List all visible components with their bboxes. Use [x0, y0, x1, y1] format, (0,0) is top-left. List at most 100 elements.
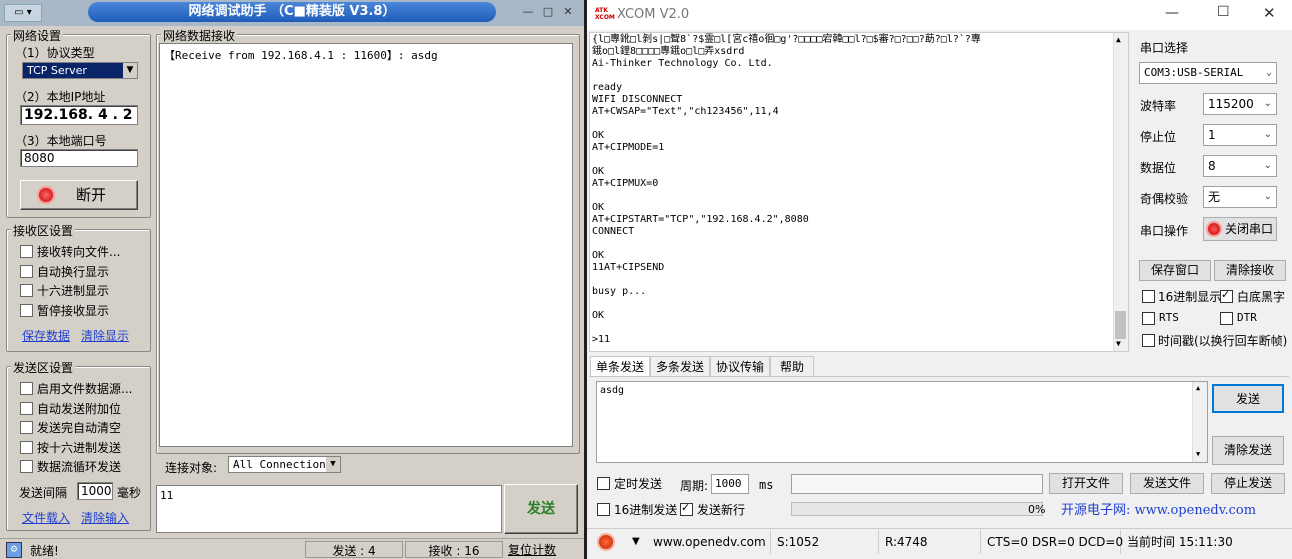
- clear-receive-button[interactable]: 清除接收: [1214, 260, 1286, 281]
- scroll-thumb[interactable]: [1115, 311, 1126, 339]
- stop-bits-select[interactable]: 1 ⌄: [1203, 124, 1277, 146]
- receive-log[interactable]: {l□專鈋□l剝s|□聟8`?$霊□l[宮c禧o徊□g'?□□□□宕韓□□l?□…: [589, 32, 1129, 352]
- clear-display-link[interactable]: 清除显示: [81, 327, 129, 344]
- chevron-down-icon[interactable]: ▼: [123, 63, 137, 78]
- minimize-icon[interactable]: —: [520, 4, 536, 20]
- log-line: AT+CIPSTART="TCP","192.168.4.2",8080: [592, 214, 809, 225]
- open-file-button[interactable]: 打开文件: [1049, 473, 1123, 494]
- maximize-icon[interactable]: ☐: [1217, 4, 1230, 20]
- send-button[interactable]: 发送: [504, 484, 578, 534]
- system-menu-icon[interactable]: ▭ ▾: [4, 4, 42, 22]
- file-source-checkbox[interactable]: [20, 382, 33, 395]
- send-input[interactable]: asdg ▲ ▼: [596, 381, 1208, 463]
- timestamp-label: 时间戳(以换行回车断帧): [1158, 334, 1288, 348]
- baud-select[interactable]: 115200 ⌄: [1203, 93, 1277, 115]
- port-input[interactable]: 8080: [20, 149, 138, 167]
- receive-area[interactable]: 【Receive from 192.168.4.1 : 11600】: asdg: [159, 43, 573, 447]
- clear-input-link[interactable]: 清除输入: [81, 509, 129, 526]
- hex-send-checkbox[interactable]: [20, 441, 33, 454]
- send-file-button[interactable]: 发送文件: [1130, 473, 1204, 494]
- status-url[interactable]: www.openedv.com: [647, 530, 771, 554]
- scroll-up-icon[interactable]: ▲: [1196, 384, 1200, 392]
- chevron-down-icon: ⌄: [1263, 98, 1272, 109]
- auto-append-checkbox[interactable]: [20, 402, 33, 415]
- parity-select[interactable]: 无 ⌄: [1203, 186, 1277, 208]
- record-icon: [1208, 223, 1220, 235]
- rts-checkbox[interactable]: [1142, 312, 1155, 325]
- period-input[interactable]: 1000: [711, 474, 749, 494]
- file-path-input[interactable]: [791, 474, 1043, 494]
- tab-help[interactable]: 帮助: [770, 356, 814, 376]
- tab-single-send[interactable]: 单条发送: [590, 356, 650, 376]
- white-black-checkbox[interactable]: [1220, 288, 1233, 303]
- hex-display-checkbox[interactable]: [1142, 290, 1155, 303]
- status-bar: ⚙ 就绪! 发送 : 4 接收 : 16 复位计数: [0, 538, 584, 559]
- scrollbar[interactable]: ▲ ▼: [1192, 382, 1207, 462]
- chevron-down-icon[interactable]: ▼: [632, 536, 640, 547]
- recv-option-label: 十六进制显示: [37, 284, 110, 298]
- reset-count-button[interactable]: 复位计数: [508, 541, 556, 558]
- stop-send-button[interactable]: 停止发送: [1211, 473, 1285, 494]
- send-newline-checkbox[interactable]: [680, 501, 693, 516]
- recv-to-file-checkbox[interactable]: [20, 245, 33, 258]
- interval-input[interactable]: 1000: [77, 482, 113, 500]
- send-text: asdg: [600, 385, 625, 396]
- tab-multi-send[interactable]: 多条发送: [650, 356, 710, 376]
- dtr-label: DTR: [1237, 311, 1257, 324]
- log-line: AT+CIPMUX=0: [592, 178, 659, 189]
- target-select[interactable]: All Connections ▼: [228, 456, 341, 473]
- hex-display-label: 16进制显示: [1158, 290, 1222, 304]
- hex-display-checkbox[interactable]: [20, 284, 33, 297]
- protocol-label: （1）协议类型: [15, 46, 95, 60]
- scrollbar[interactable]: ▲ ▼: [1113, 33, 1128, 351]
- dtr-checkbox[interactable]: [1220, 312, 1233, 325]
- save-data-link[interactable]: 保存数据: [22, 327, 70, 344]
- close-icon[interactable]: ✕: [1263, 4, 1276, 22]
- target-label: 连接对象:: [165, 461, 218, 475]
- status-time: 当前时间 15:11:30: [1127, 535, 1233, 549]
- minimize-icon[interactable]: —: [1165, 5, 1179, 21]
- site-banner[interactable]: 开源电子网: www.openedv.com: [1061, 499, 1256, 518]
- log-line: ready: [592, 82, 623, 93]
- loop-send-checkbox[interactable]: [20, 460, 33, 473]
- clear-send-button[interactable]: 清除发送: [1212, 436, 1284, 465]
- port-label: （3）本地端口号: [15, 134, 107, 148]
- port-op-label: 串口操作: [1140, 224, 1189, 238]
- send-button[interactable]: 发送: [1212, 384, 1284, 413]
- close-icon[interactable]: ✕: [560, 4, 576, 20]
- scroll-up-icon[interactable]: ▲: [1116, 35, 1121, 44]
- interval-label: 发送间隔: [19, 486, 68, 500]
- scroll-down-icon[interactable]: ▼: [1116, 339, 1121, 348]
- close-port-button[interactable]: 关闭串口: [1203, 217, 1277, 241]
- netassist-window: ▭ ▾ 网络调试助手 （C■精装版 V3.8） — □ ✕ 网络设置 （1）协议…: [0, 0, 584, 559]
- port-select[interactable]: COM3:USB-SERIAL ⌄: [1139, 62, 1277, 84]
- file-load-link[interactable]: 文件载入: [22, 509, 70, 526]
- network-data-group: 网络数据接收 【Receive from 192.168.4.1 : 11600…: [156, 27, 580, 454]
- protocol-select[interactable]: TCP Server ▼: [22, 62, 138, 79]
- timed-send-checkbox[interactable]: [597, 477, 610, 490]
- auto-wrap-checkbox[interactable]: [20, 265, 33, 278]
- ip-input[interactable]: 192.168. 4 . 2: [20, 105, 138, 125]
- status-sent: S:1052: [771, 530, 879, 554]
- save-window-button[interactable]: 保存窗口: [1139, 260, 1211, 281]
- maximize-icon[interactable]: □: [540, 4, 556, 20]
- xcom-logo-icon: ATK XCOM: [595, 7, 615, 21]
- send-input[interactable]: 11: [156, 485, 502, 533]
- scroll-down-icon[interactable]: ▼: [1196, 450, 1200, 458]
- disconnect-button[interactable]: 断开: [20, 180, 138, 210]
- chevron-down-icon[interactable]: ▼: [326, 457, 340, 472]
- data-bits-select[interactable]: 8 ⌄: [1203, 155, 1277, 177]
- sent-count: 发送 : 4: [305, 541, 403, 558]
- auto-clear-checkbox[interactable]: [20, 421, 33, 434]
- parity-value: 无: [1208, 190, 1221, 204]
- hex-send-checkbox[interactable]: [597, 503, 610, 516]
- chevron-down-icon: ⌄: [1263, 191, 1272, 202]
- pause-display-checkbox[interactable]: [20, 304, 33, 317]
- tab-protocol[interactable]: 协议传输: [710, 356, 770, 376]
- xcom-window: ATK XCOM XCOM V2.0 — ☐ ✕ {l□專鈋□l剝s|□聟8`?…: [587, 0, 1292, 559]
- timestamp-checkbox[interactable]: [1142, 334, 1155, 347]
- log-line: OK: [592, 310, 605, 321]
- record-icon: [39, 188, 53, 202]
